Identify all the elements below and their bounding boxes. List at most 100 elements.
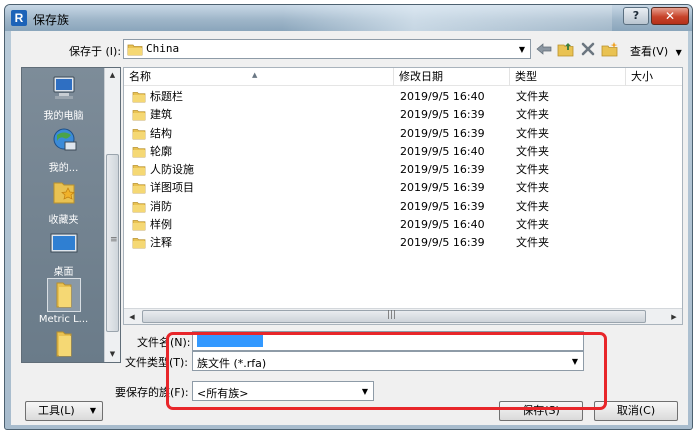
folder-icon <box>56 282 71 308</box>
file-type: 文件夹 <box>516 108 549 122</box>
save-in-dropdown[interactable]: China ▼ <box>123 39 531 59</box>
tools-button[interactable]: 工具(L) ▼ <box>25 401 103 421</box>
delete-icon[interactable] <box>579 41 597 57</box>
filetype-label: 文件类型(T): <box>125 356 189 369</box>
chevron-down-icon: ▼ <box>89 406 96 415</box>
file-modified: 2019/9/5 16:40 <box>400 90 485 103</box>
views-menu[interactable]: 查看(V) ▼ <box>630 43 682 59</box>
file-name-cell: 人防设施 <box>132 161 194 179</box>
table-row[interactable]: 消防 2019/9/5 16:39 文件夹 <box>124 198 682 216</box>
file-type: 文件夹 <box>516 236 549 250</box>
folder-icon <box>132 201 146 213</box>
filename-selection <box>197 335 263 347</box>
close-button[interactable]: ✕ <box>651 7 689 25</box>
table-row[interactable]: 人防设施 2019/9/5 16:39 文件夹 <box>124 161 682 179</box>
place-folder[interactable] <box>22 330 105 362</box>
file-name: 详图项目 <box>150 181 194 195</box>
title-bar: R 保存族 ? ✕ <box>5 5 692 31</box>
place-label: 桌面 <box>53 267 74 278</box>
family-value: <所有族> <box>197 387 249 400</box>
file-name-cell: 消防 <box>132 198 172 216</box>
file-name: 建筑 <box>150 108 172 122</box>
table-row[interactable]: 注释 2019/9/5 16:39 文件夹 <box>124 234 682 252</box>
network-icon <box>53 128 76 151</box>
new-folder-icon[interactable] <box>601 41 619 57</box>
scroll-thumb[interactable]: ≡ <box>106 154 119 332</box>
chevron-down-icon: ▼ <box>675 48 682 57</box>
scroll-left-icon[interactable]: ◀ <box>124 309 140 325</box>
places-scrollbar[interactable]: ▲ ≡ ▼ <box>104 68 120 362</box>
file-name: 样例 <box>150 218 172 232</box>
table-row[interactable]: 结构 2019/9/5 16:39 文件夹 <box>124 125 682 143</box>
column-header-size[interactable]: 大小 <box>626 68 684 86</box>
filename-input[interactable] <box>192 331 584 351</box>
desktop-icon <box>50 233 77 253</box>
scroll-thumb[interactable]: ||| <box>142 310 646 323</box>
family-select[interactable]: <所有族> ▼ <box>192 381 374 401</box>
file-name: 人防设施 <box>150 163 194 177</box>
chevron-down-icon: ▼ <box>518 44 526 54</box>
file-list[interactable]: 名称 ▲ 修改日期 类型 大小 标题栏 2019/9/5 16:40 文件夹 建筑 20… <box>123 67 683 325</box>
cancel-button[interactable]: 取消(C) <box>594 401 678 421</box>
filetype-value: 族文件 (*.rfa) <box>197 357 267 370</box>
place-my-computer[interactable]: 我的电脑 <box>22 74 105 122</box>
scroll-right-icon[interactable]: ▶ <box>666 309 682 325</box>
column-header-row: 名称 ▲ 修改日期 类型 大小 <box>124 68 682 86</box>
grip-icon: ≡ <box>110 235 118 245</box>
file-name-cell: 详图项目 <box>132 179 194 197</box>
file-name: 标题栏 <box>150 90 183 103</box>
back-icon[interactable] <box>535 41 553 57</box>
file-modified: 2019/9/5 16:39 <box>400 108 485 122</box>
help-button[interactable]: ? <box>623 7 649 25</box>
file-type: 文件夹 <box>516 163 549 177</box>
file-type: 文件夹 <box>516 199 549 213</box>
computer-icon <box>53 76 74 99</box>
column-header-type[interactable]: 类型 <box>510 68 626 86</box>
file-list-hscrollbar[interactable]: ◀ ||| ▶ <box>124 308 682 324</box>
place-network[interactable]: 我的... <box>22 126 105 174</box>
file-name-cell: 样例 <box>132 216 172 234</box>
place-metric-library[interactable]: Metric L... <box>22 278 105 325</box>
place-desktop[interactable]: 桌面 <box>22 230 105 278</box>
place-favorites[interactable]: 收藏夹 <box>22 178 105 226</box>
family-label: 要保存的族(F): <box>115 386 189 399</box>
table-row[interactable]: 样例 2019/9/5 16:40 文件夹 <box>124 216 682 234</box>
column-header-name[interactable]: 名称 ▲ <box>124 68 394 86</box>
place-label: 我的... <box>48 163 79 174</box>
file-modified: 2019/9/5 16:39 <box>400 163 485 177</box>
table-row[interactable]: 详图项目 2019/9/5 16:39 文件夹 <box>124 179 682 197</box>
folder-icon <box>132 165 146 176</box>
scroll-up-icon[interactable]: ▲ <box>105 68 120 83</box>
folder-icon <box>132 220 146 231</box>
file-name-cell: 注释 <box>132 234 172 252</box>
filetype-select[interactable]: 族文件 (*.rfa) ▼ <box>192 351 584 371</box>
place-label: 我的电脑 <box>43 111 84 122</box>
table-row[interactable]: 轮廓 2019/9/5 16:40 文件夹 <box>124 143 682 161</box>
folder-icon <box>132 183 146 194</box>
save-in-label: 保存于 (I): <box>69 45 122 58</box>
file-modified: 2019/9/5 16:40 <box>400 144 485 158</box>
current-folder-text: China <box>146 42 180 55</box>
revit-app-icon: R <box>11 10 27 26</box>
file-name: 消防 <box>150 199 172 213</box>
table-row[interactable]: 建筑 2019/9/5 16:39 文件夹 <box>124 106 682 124</box>
filename-label: 文件名(N): <box>137 336 191 349</box>
table-row[interactable]: 标题栏 2019/9/5 16:40 文件夹 <box>124 88 682 106</box>
chevron-down-icon: ▼ <box>571 356 579 366</box>
dialog-title: 保存族 <box>33 13 70 27</box>
column-header-modified[interactable]: 修改日期 <box>394 68 510 86</box>
folder-icon <box>132 147 146 158</box>
views-label: 查看(V) <box>630 45 669 58</box>
scroll-down-icon[interactable]: ▼ <box>105 347 120 362</box>
folder-icon <box>132 128 146 139</box>
save-button[interactable]: 保存(S) <box>499 401 583 421</box>
file-name-cell: 标题栏 <box>132 88 183 106</box>
file-name-cell: 轮廓 <box>132 143 172 161</box>
file-name-cell: 建筑 <box>132 106 172 124</box>
file-name-cell: 结构 <box>132 125 172 143</box>
folder-icon <box>132 110 146 121</box>
up-folder-icon[interactable] <box>557 41 575 57</box>
selected-place-frame <box>46 278 81 312</box>
folder-icon <box>132 92 146 103</box>
file-type: 文件夹 <box>516 181 549 195</box>
